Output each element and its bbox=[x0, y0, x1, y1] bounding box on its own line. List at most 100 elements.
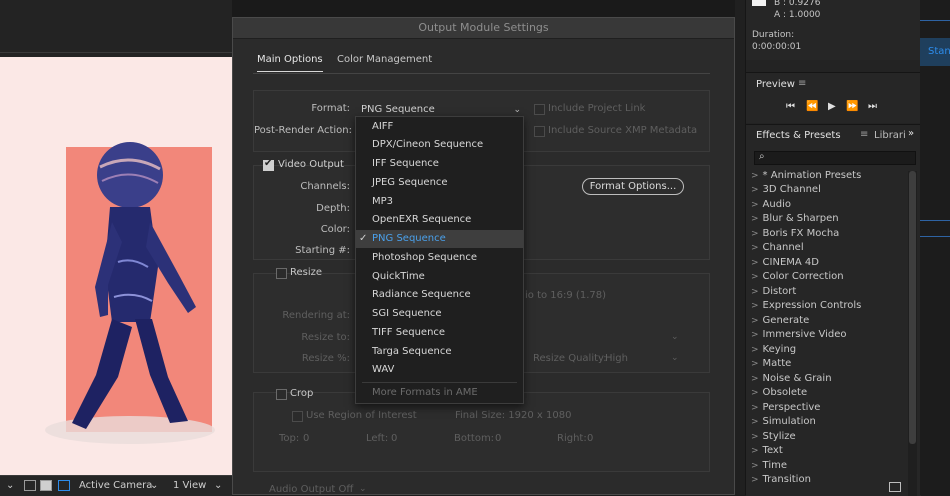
divider bbox=[362, 382, 517, 383]
list-item[interactable]: > Color Correction bbox=[751, 270, 844, 284]
audio-output-select[interactable]: Audio Output Off bbox=[269, 484, 353, 495]
workspace-tab[interactable]: Stan bbox=[920, 38, 950, 66]
resize-checkbox[interactable] bbox=[276, 268, 287, 279]
list-item-label: Noise & Grain bbox=[762, 373, 832, 384]
list-item[interactable]: >3D Channel bbox=[751, 183, 821, 197]
chevron-down-icon[interactable]: ⌄ bbox=[214, 479, 222, 493]
duration-label: Duration: bbox=[752, 30, 795, 40]
menu-item-aiff[interactable]: AIFF bbox=[356, 118, 523, 136]
list-item[interactable]: > Blur & Sharpen bbox=[751, 212, 839, 226]
new-folder-icon[interactable] bbox=[889, 482, 901, 492]
menu-item-photoshop[interactable]: Photoshop Sequence bbox=[356, 249, 523, 267]
list-item[interactable]: > Generate bbox=[751, 314, 809, 328]
resize-quality-value[interactable]: High bbox=[605, 353, 628, 364]
transparency-grid-icon[interactable] bbox=[58, 480, 70, 491]
list-item[interactable]: > Keying bbox=[751, 343, 796, 357]
scrollbar-thumb[interactable] bbox=[909, 171, 916, 444]
final-size-text: Final Size: 1920 x 1080 bbox=[455, 410, 572, 421]
grid-icon[interactable] bbox=[24, 480, 36, 491]
list-item[interactable]: > Expression Controls bbox=[751, 299, 861, 313]
menu-item-radiance[interactable]: Radiance Sequence bbox=[356, 286, 523, 304]
tab-color-management[interactable]: Color Management bbox=[337, 54, 432, 65]
list-item[interactable]: > Immersive Video bbox=[751, 328, 847, 342]
include-project-link-checkbox[interactable] bbox=[534, 104, 545, 115]
menu-item-openexr[interactable]: OpenEXR Sequence bbox=[356, 211, 523, 229]
post-render-label: Post-Render Action: bbox=[254, 125, 352, 136]
list-item[interactable]: > Boris FX Mocha bbox=[751, 227, 839, 241]
panel-menu-icon[interactable]: ≡ bbox=[860, 129, 868, 140]
last-frame-icon[interactable]: ⏭ bbox=[868, 101, 877, 112]
expand-panels-icon[interactable]: » bbox=[908, 128, 914, 139]
menu-item-dpx[interactable]: DPX/Cineon Sequence bbox=[356, 136, 523, 154]
resize-percent-label: Resize %: bbox=[301, 353, 350, 364]
depth-label: Depth: bbox=[316, 203, 350, 214]
format-options-button[interactable]: Format Options... bbox=[582, 178, 684, 195]
list-item[interactable]: > CINEMA 4D bbox=[751, 256, 819, 270]
list-item-label: Expression Controls bbox=[762, 300, 862, 311]
use-roi-checkbox[interactable] bbox=[292, 411, 303, 422]
crop-bottom-value[interactable]: 0 bbox=[495, 433, 501, 444]
menu-item-tiff[interactable]: TIFF Sequence bbox=[356, 324, 523, 342]
list-item[interactable]: > Noise & Grain bbox=[751, 372, 832, 386]
list-item[interactable]: > Transition bbox=[751, 473, 811, 487]
crop-top-value[interactable]: 0 bbox=[303, 433, 309, 444]
list-item[interactable]: > Distort bbox=[751, 285, 796, 299]
list-item[interactable]: > Stylize bbox=[751, 430, 796, 444]
prev-frame-icon[interactable]: ⏪ bbox=[806, 101, 818, 112]
list-item[interactable]: > Simulation bbox=[751, 415, 816, 429]
list-item[interactable]: > Matte bbox=[751, 357, 791, 371]
chevron-down-icon[interactable]: ⌄ bbox=[150, 479, 158, 493]
list-item-label: Text bbox=[762, 445, 783, 456]
chevron-down-icon[interactable]: ⌄ bbox=[359, 484, 730, 494]
crop-checkbox[interactable] bbox=[276, 389, 287, 400]
menu-item-iff[interactable]: IFF Sequence bbox=[356, 155, 523, 173]
menu-item-quicktime[interactable]: QuickTime bbox=[356, 268, 523, 286]
crop-right-value[interactable]: 0 bbox=[587, 433, 593, 444]
chevron-down-icon[interactable]: ⌄ bbox=[671, 332, 730, 342]
preview-panel: Preview ≡ ⏮ ⏪ ▶ ⏩ ⏭ bbox=[746, 72, 921, 123]
effects-search-input[interactable]: ⌕ bbox=[754, 151, 916, 165]
menu-item-jpeg[interactable]: JPEG Sequence bbox=[356, 174, 523, 192]
menu-item-targa[interactable]: Targa Sequence bbox=[356, 343, 523, 361]
list-item[interactable]: > Time bbox=[751, 459, 787, 473]
video-output-checkbox[interactable] bbox=[263, 158, 274, 171]
list-item[interactable]: > Obsolete bbox=[751, 386, 807, 400]
info-a-value: A : 1.0000 bbox=[774, 10, 821, 20]
menu-item-label: QuickTime bbox=[372, 271, 425, 282]
resize-to-label: Resize to: bbox=[301, 332, 350, 343]
format-select[interactable]: PNG Sequence ⌄ bbox=[356, 101, 526, 117]
preview-title: Preview bbox=[756, 79, 795, 90]
panel-menu-icon[interactable]: ≡ bbox=[798, 78, 806, 89]
list-item-label: Simulation bbox=[762, 416, 816, 427]
chevron-down-icon[interactable]: ⌄ bbox=[6, 479, 14, 493]
menu-item-wav[interactable]: WAV bbox=[356, 361, 523, 379]
list-item-label: CINEMA 4D bbox=[762, 257, 819, 268]
composition-canvas[interactable] bbox=[0, 57, 232, 475]
tab-main-options[interactable]: Main Options bbox=[257, 54, 323, 72]
menu-item-png[interactable]: ✓ PNG Sequence bbox=[356, 230, 523, 248]
include-xmp-checkbox[interactable] bbox=[534, 126, 545, 137]
crop-left-value[interactable]: 0 bbox=[391, 433, 397, 444]
crop-panel bbox=[253, 392, 710, 472]
list-item-label: Audio bbox=[762, 199, 791, 210]
list-item[interactable]: > Channel bbox=[751, 241, 804, 255]
list-item-label: Obsolete bbox=[762, 387, 808, 398]
menu-item-sgi[interactable]: SGI Sequence bbox=[356, 305, 523, 323]
menu-item-label: WAV bbox=[372, 364, 395, 375]
view-layout-select[interactable]: 1 View bbox=[173, 479, 206, 493]
next-frame-icon[interactable]: ⏩ bbox=[846, 101, 858, 112]
chevron-down-icon[interactable]: ⌄ bbox=[671, 353, 730, 363]
libraries-tab-label[interactable]: Librari bbox=[874, 130, 906, 141]
list-item[interactable]: > Audio bbox=[751, 198, 791, 212]
list-item-label: Perspective bbox=[762, 402, 821, 413]
list-item[interactable]: > * Animation Presets bbox=[751, 169, 861, 183]
region-icon[interactable] bbox=[40, 480, 52, 491]
effects-title[interactable]: Effects & Presets bbox=[756, 130, 841, 141]
crop-label: Crop bbox=[290, 388, 314, 399]
play-icon[interactable]: ▶ bbox=[828, 101, 836, 112]
first-frame-icon[interactable]: ⏮ bbox=[786, 101, 795, 112]
list-item[interactable]: > Perspective bbox=[751, 401, 820, 415]
list-item[interactable]: > Text bbox=[751, 444, 783, 458]
menu-item-mp3[interactable]: MP3 bbox=[356, 193, 523, 211]
camera-select[interactable]: Active Camera bbox=[79, 479, 152, 493]
